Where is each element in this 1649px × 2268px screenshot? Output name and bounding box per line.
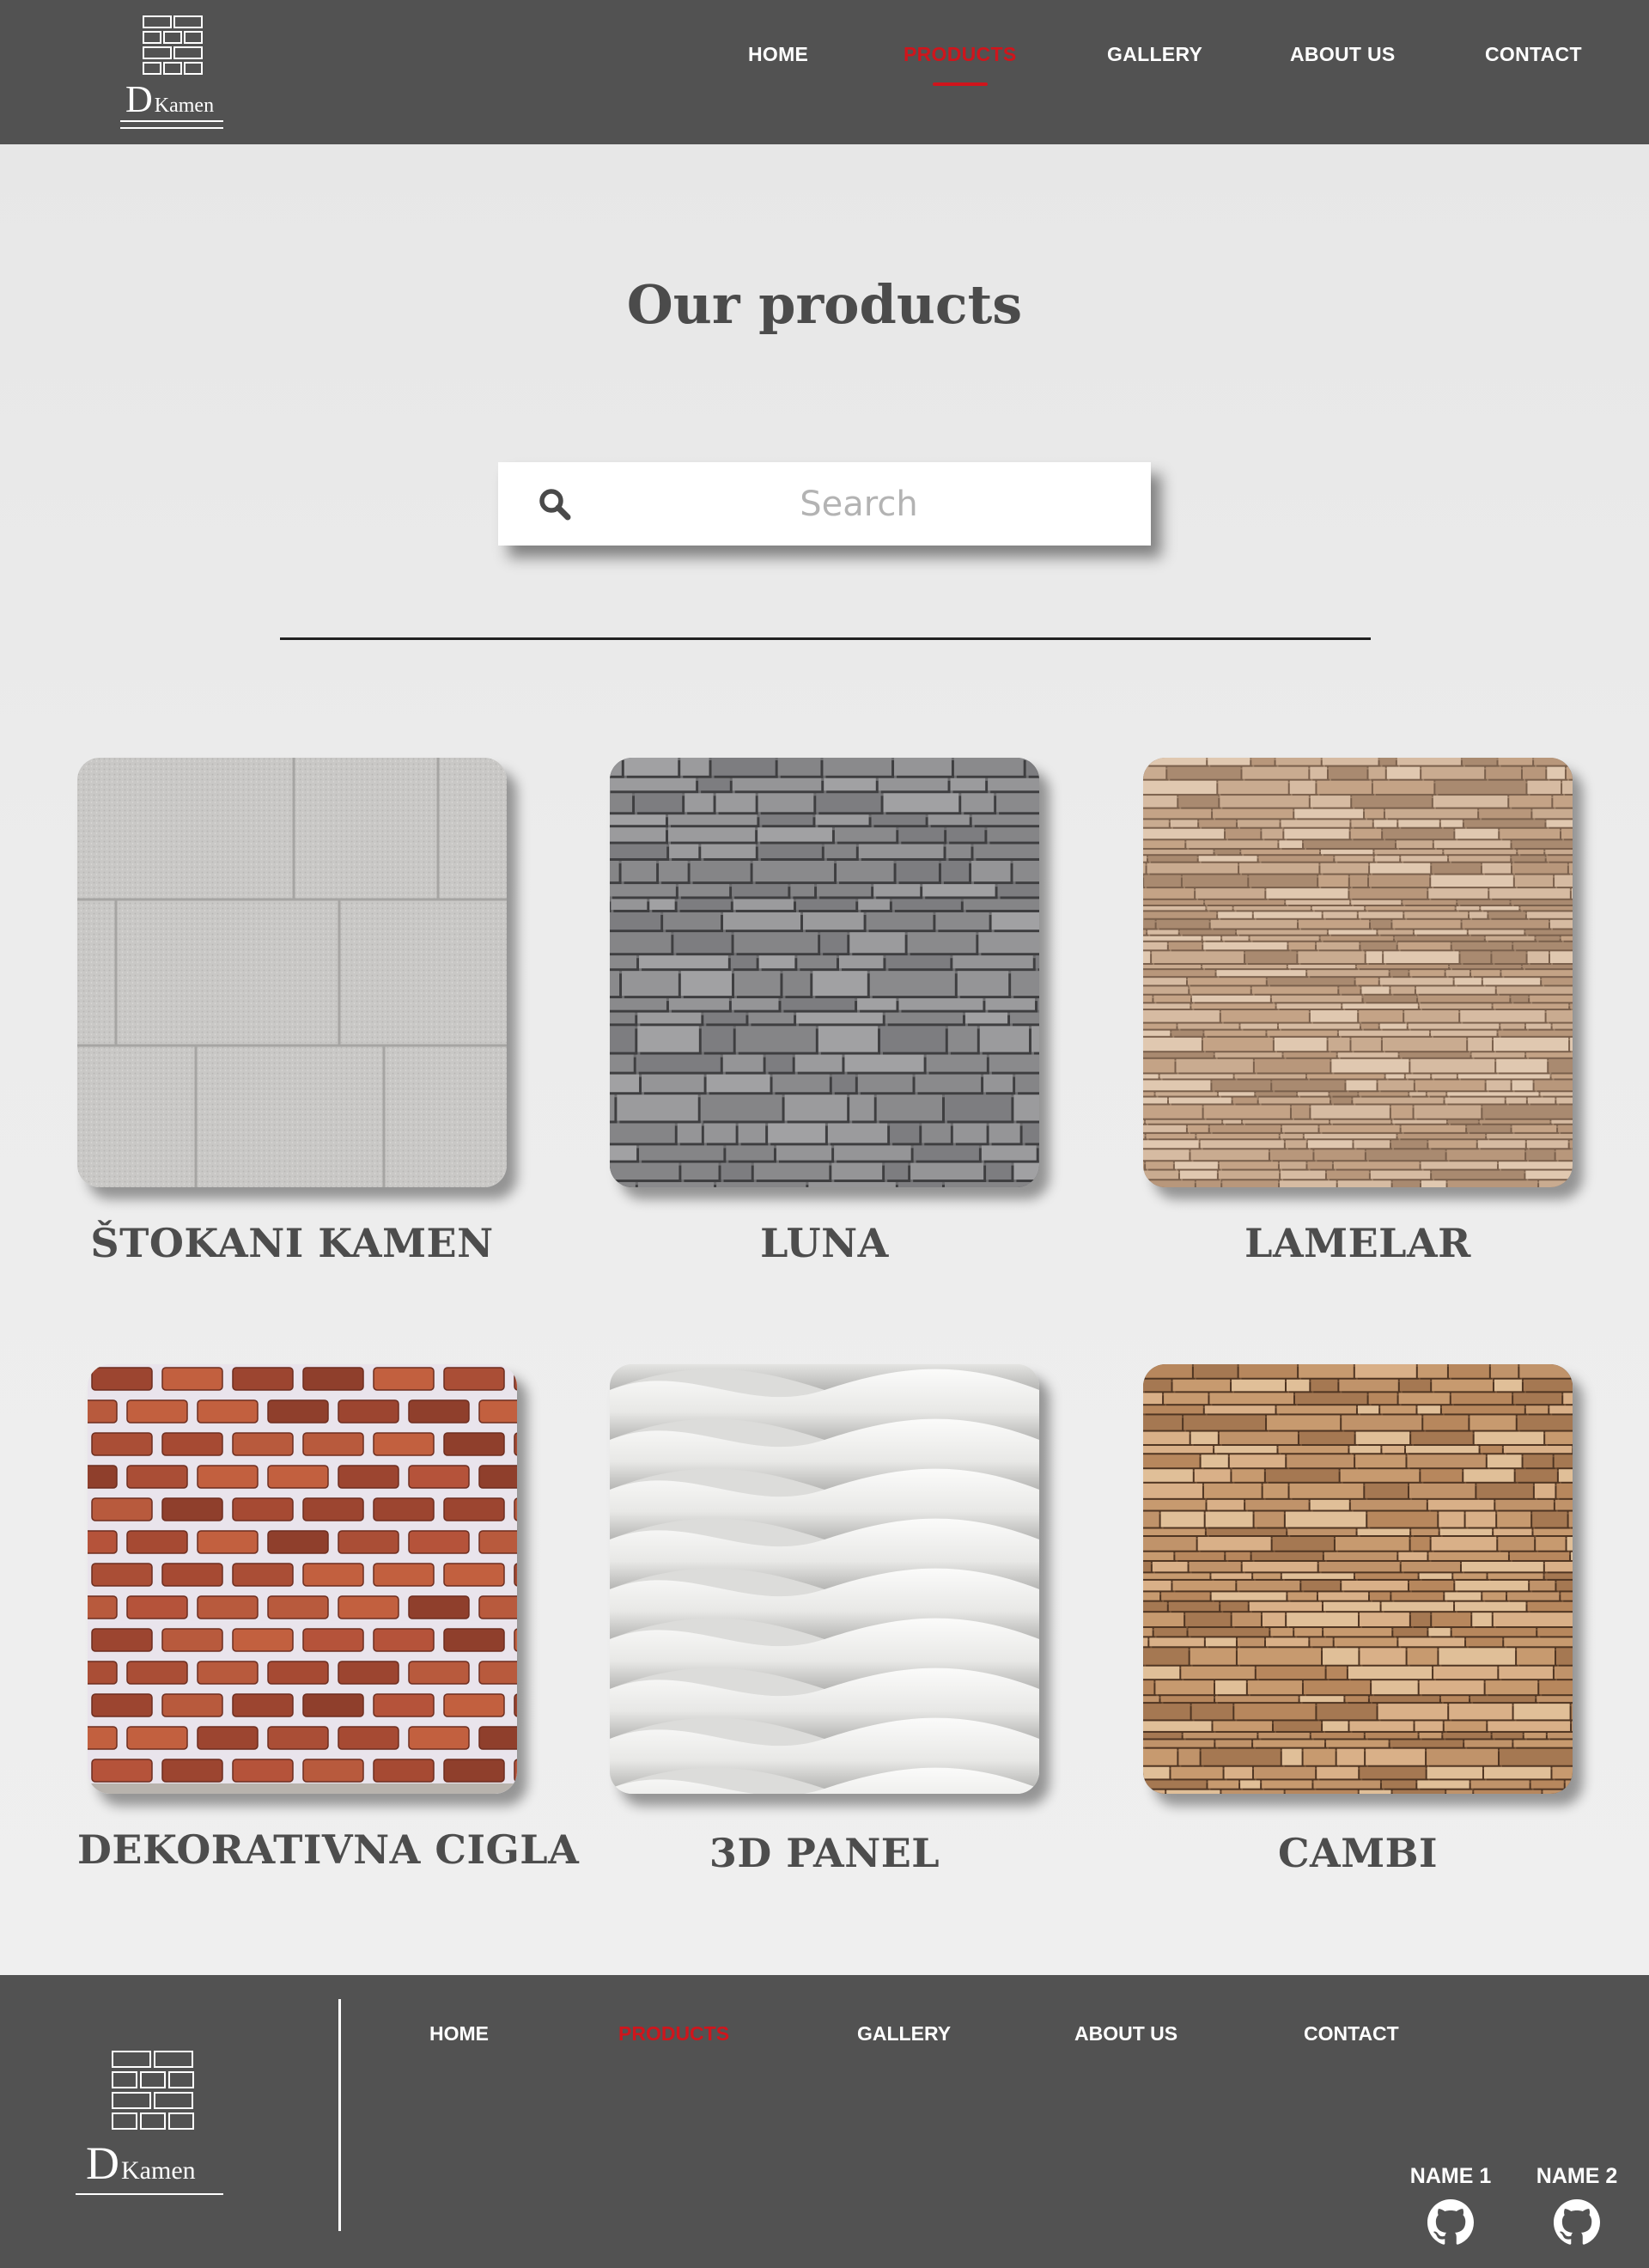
- author-2: NAME 2: [1525, 2164, 1628, 2246]
- product-name: LUNA: [760, 1220, 889, 1266]
- product-name: LAMELAR: [1244, 1220, 1471, 1266]
- footer-nav-gallery[interactable]: GALLERY: [857, 2022, 951, 2045]
- author-name: NAME 2: [1536, 2164, 1618, 2188]
- product-image-cambi: [1143, 1364, 1573, 1794]
- site-header: DKamen HOME PRODUCTS GALLERY ABOUT US CO…: [0, 0, 1649, 144]
- product-name: 3D PANEL: [709, 1830, 940, 1876]
- author-name: NAME 1: [1409, 2164, 1492, 2188]
- logo-word: Kamen: [154, 94, 215, 117]
- search-bar: [498, 462, 1151, 546]
- nav-gallery[interactable]: GALLERY: [1107, 43, 1202, 66]
- nav-contact[interactable]: CONTACT: [1485, 43, 1582, 66]
- nav-home[interactable]: HOME: [748, 43, 808, 66]
- page-title: Our products: [626, 273, 1023, 336]
- github-icon[interactable]: [1554, 2199, 1600, 2246]
- logo-letter: D: [125, 78, 153, 120]
- logo-wordmark: DKamen: [125, 77, 214, 121]
- footer-separator: [338, 1999, 341, 2231]
- footer-nav-about-us[interactable]: ABOUT US: [1074, 2022, 1177, 2045]
- product-name: CAMBI: [1277, 1830, 1439, 1876]
- author-2-github-link[interactable]: [1525, 2199, 1628, 2246]
- logo-letter: D: [86, 2137, 119, 2189]
- product-image-luna: [610, 758, 1039, 1187]
- author-1-github-link[interactable]: [1399, 2199, 1502, 2246]
- logo-word: Kamen: [121, 2156, 196, 2185]
- active-nav-indicator: [933, 82, 988, 86]
- footer-logo[interactable]: DKamen: [74, 2051, 225, 2205]
- product-image-stokani-kamen: [77, 758, 507, 1187]
- product-image-lamelar: [1143, 758, 1573, 1187]
- main-nav: HOME PRODUCTS GALLERY ABOUT US CONTACT: [0, 43, 1649, 69]
- footer-nav-home[interactable]: HOME: [429, 2022, 489, 2045]
- section-divider: [280, 637, 1371, 640]
- nav-about-us[interactable]: ABOUT US: [1290, 43, 1396, 66]
- footer-nav-products[interactable]: PRODUCTS: [618, 2022, 729, 2045]
- product-name: DEKORATIVNA CIGLA: [77, 1826, 580, 1873]
- product-image-3d-panel: [610, 1364, 1039, 1794]
- product-image-dekorativna-cigla: [88, 1364, 517, 1794]
- brick-wall-icon: [112, 2051, 194, 2131]
- header-logo[interactable]: DKamen: [119, 15, 225, 134]
- footer-nav-contact[interactable]: CONTACT: [1304, 2022, 1399, 2045]
- logo-wordmark: DKamen: [86, 2137, 196, 2190]
- product-name: ŠTOKANI KAMEN: [90, 1220, 494, 1266]
- site-footer: DKamen HOME PRODUCTS GALLERY ABOUT US CO…: [0, 1975, 1649, 2268]
- search-icon[interactable]: [538, 487, 572, 521]
- author-1: NAME 1: [1399, 2164, 1502, 2246]
- github-icon[interactable]: [1427, 2199, 1474, 2246]
- nav-products[interactable]: PRODUCTS: [904, 43, 1016, 66]
- search-input[interactable]: [584, 462, 1134, 546]
